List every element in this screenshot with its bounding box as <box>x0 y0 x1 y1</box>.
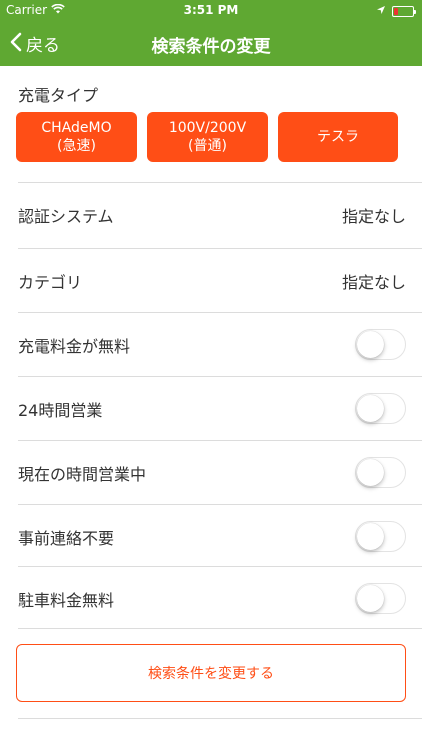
bottom-divider <box>18 718 422 719</box>
toggle-knob <box>357 523 384 550</box>
auth-system-label: 認証システム <box>18 206 114 226</box>
free-parking-label: 駐車料金無料 <box>18 590 115 610</box>
status-bar: Carrier 3:51 PM <box>0 0 422 20</box>
toggle-knob <box>357 395 384 422</box>
auth-system-row[interactable]: 認証システム 指定なし <box>18 182 422 246</box>
open-24h-toggle[interactable] <box>355 393 406 424</box>
change-search-conditions-button[interactable]: 検索条件を変更する <box>16 644 406 702</box>
location-arrow-icon <box>376 4 386 18</box>
tesla-button-label: テスラ <box>317 129 359 145</box>
chademo-button[interactable]: CHAdeMO (急速) <box>16 112 137 162</box>
category-value: 指定なし <box>341 272 406 292</box>
page-title: 検索条件の変更 <box>151 37 271 57</box>
open-24h-label: 24時間営業 <box>18 400 103 420</box>
category-row[interactable]: カテゴリ 指定なし <box>18 248 422 312</box>
open-24h-row: 24時間営業 <box>18 376 422 440</box>
open-now-row: 現在の時間営業中 <box>18 440 422 504</box>
tesla-button[interactable]: テスラ <box>278 112 398 162</box>
status-time: 3:51 PM <box>183 3 239 17</box>
battery-level <box>394 7 398 15</box>
normal-charge-button[interactable]: 100V/200V (普通) <box>147 112 268 162</box>
open-now-label: 現在の時間営業中 <box>18 464 147 484</box>
navigation-bar: 戻る 検索条件の変更 <box>0 20 422 66</box>
free-parking-row: 駐車料金無料 <box>18 566 422 630</box>
row-divider <box>18 628 422 629</box>
no-prior-contact-toggle[interactable] <box>355 521 406 552</box>
normal-charge-button-line1: 100V/200V <box>168 120 247 136</box>
toggle-knob <box>357 585 384 612</box>
status-right <box>376 4 416 18</box>
submit-wrap: 検索条件を変更する <box>16 644 406 702</box>
toggle-knob <box>357 331 384 358</box>
chademo-button-line1: CHAdeMO <box>41 120 112 136</box>
category-label: カテゴリ <box>18 272 83 292</box>
battery-icon <box>392 5 416 17</box>
auth-system-value: 指定なし <box>341 206 406 226</box>
free-parking-toggle[interactable] <box>355 583 406 614</box>
normal-charge-button-line2: (普通) <box>188 138 227 154</box>
no-prior-contact-row: 事前連絡不要 <box>18 504 422 568</box>
charge-type-buttons: CHAdeMO (急速) 100V/200V (普通) テスラ <box>16 112 398 162</box>
chademo-button-line2: (急速) <box>57 138 96 154</box>
free-charging-row: 充電料金が無料 <box>18 312 422 376</box>
toggle-knob <box>357 459 384 486</box>
charge-type-label: 充電タイプ <box>18 86 99 105</box>
free-charging-label: 充電料金が無料 <box>18 336 131 356</box>
open-now-toggle[interactable] <box>355 457 406 488</box>
no-prior-contact-label: 事前連絡不要 <box>18 528 115 548</box>
free-charging-toggle[interactable] <box>355 329 406 360</box>
